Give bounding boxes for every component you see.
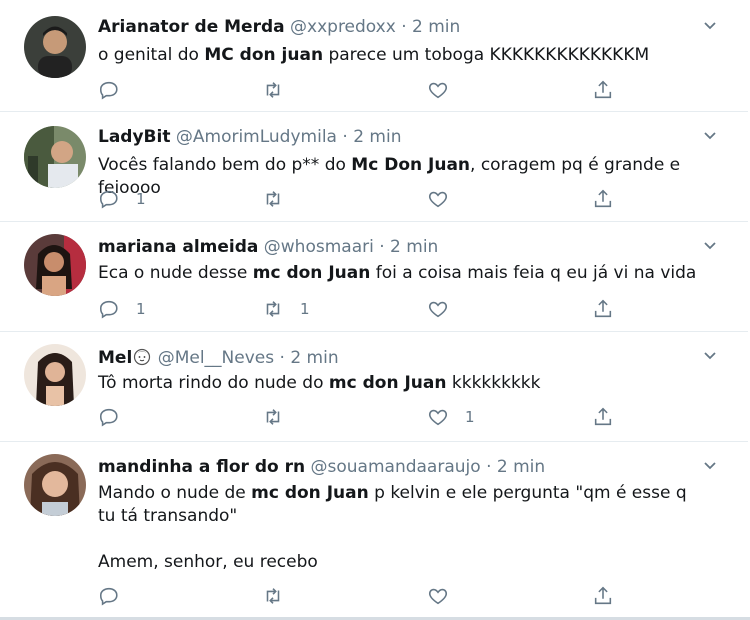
share-icon	[594, 407, 612, 426]
handle[interactable]: @AmorimLudymila	[176, 127, 337, 147]
reply-button[interactable]: 1	[98, 187, 146, 211]
handle[interactable]: @Mel__Neves	[158, 348, 274, 368]
heart-icon	[428, 588, 448, 605]
heart-icon	[428, 82, 448, 99]
tweet-text: Tô morta rindo do nude do mc don Juan kk…	[98, 373, 541, 393]
like-button[interactable]	[427, 187, 465, 211]
share-button[interactable]	[592, 187, 614, 211]
share-button[interactable]	[592, 78, 614, 102]
share-button[interactable]	[592, 297, 614, 321]
separator-dot: ·	[379, 237, 385, 257]
share-icon	[594, 189, 612, 208]
separator-dot: ·	[342, 127, 348, 147]
tweet-header: LadyBit @AmorimLudymila · 2 min	[98, 126, 401, 148]
like-button[interactable]: 1	[427, 405, 475, 429]
tweet-text: Mando o nude de mc don Juan p kelvin e e…	[98, 483, 687, 572]
heart-icon	[428, 191, 448, 208]
chevron-down-icon[interactable]	[702, 458, 718, 474]
heart-icon	[428, 409, 448, 426]
reply-icon	[99, 190, 118, 209]
like-count: 1	[465, 408, 475, 426]
display-name[interactable]: mandinha a flor do rn	[98, 457, 305, 477]
reply-icon	[99, 408, 118, 427]
timestamp[interactable]: 2 min	[390, 237, 438, 257]
reply-count: 1	[136, 190, 146, 208]
chevron-down-icon[interactable]	[702, 18, 718, 34]
like-button[interactable]	[427, 78, 465, 102]
tweet-actions: 1	[98, 405, 638, 429]
timestamp[interactable]: 2 min	[497, 457, 545, 477]
display-name[interactable]: mariana almeida	[98, 237, 258, 257]
share-button[interactable]	[592, 584, 614, 608]
reply-button[interactable]	[98, 78, 136, 102]
share-icon	[594, 299, 612, 318]
reply-button[interactable]	[98, 405, 136, 429]
tweet-actions: 1 1	[98, 297, 638, 321]
separator-dot: ·	[486, 457, 492, 477]
tweet[interactable]: Arianator de Merda @xxpredoxx · 2 min o …	[0, 0, 748, 112]
separator-dot: ·	[279, 348, 285, 368]
display-name[interactable]: Arianator de Merda	[98, 17, 285, 37]
chevron-down-icon[interactable]	[702, 348, 718, 364]
retweet-button[interactable]	[262, 584, 300, 608]
tweet[interactable]: mandinha a flor do rn @souamandaaraujo ·…	[0, 442, 748, 617]
retweet-button[interactable]	[262, 78, 300, 102]
heart-icon	[428, 301, 448, 318]
share-button[interactable]	[592, 405, 614, 429]
woman-emoji-icon	[134, 348, 151, 366]
tweet-text: o genital do MC don juan parece um tobog…	[98, 45, 650, 65]
retweet-button[interactable]: 1	[262, 297, 310, 321]
retweet-icon	[266, 301, 280, 317]
tweet[interactable]: mariana almeida @whosmaari · 2 min Eca o…	[0, 222, 748, 332]
tweet-actions	[98, 584, 638, 608]
tweet-text: Eca o nude desse mc don Juan foi a coisa…	[98, 263, 697, 283]
timestamp[interactable]: 2 min	[412, 17, 460, 37]
retweet-count: 1	[300, 300, 310, 318]
share-icon	[594, 80, 612, 99]
avatar[interactable]	[24, 126, 86, 188]
share-icon	[594, 586, 612, 605]
avatar[interactable]	[24, 16, 86, 78]
timestamp[interactable]: 2 min	[353, 127, 401, 147]
display-name[interactable]: Mel	[98, 348, 152, 368]
retweet-button[interactable]	[262, 187, 300, 211]
reply-icon	[99, 300, 118, 319]
tweet-actions	[98, 78, 638, 102]
display-name[interactable]: LadyBit	[98, 127, 170, 147]
retweet-icon	[266, 588, 280, 604]
avatar[interactable]	[24, 454, 86, 516]
separator-dot: ·	[401, 17, 407, 37]
tweet-header: Arianator de Merda @xxpredoxx · 2 min	[98, 16, 460, 38]
reply-button[interactable]	[98, 584, 136, 608]
chevron-down-icon[interactable]	[702, 128, 718, 144]
timestamp[interactable]: 2 min	[290, 348, 338, 368]
retweet-icon	[266, 191, 280, 207]
like-button[interactable]	[427, 584, 465, 608]
tweet-header: mandinha a flor do rn @souamandaaraujo ·…	[98, 456, 545, 478]
retweet-icon	[266, 409, 280, 425]
tweet-header: Mel @Mel__Neves · 2 min	[98, 346, 339, 369]
reply-button[interactable]: 1	[98, 297, 146, 321]
tweet[interactable]: LadyBit @AmorimLudymila · 2 min Vocês fa…	[0, 112, 748, 222]
reply-icon	[99, 587, 118, 606]
like-button[interactable]	[427, 297, 465, 321]
tweet-header: mariana almeida @whosmaari · 2 min	[98, 236, 438, 258]
retweet-button[interactable]	[262, 405, 300, 429]
tweet[interactable]: Mel @Mel__Neves · 2 min Tô morta rindo d…	[0, 332, 748, 442]
handle[interactable]: @whosmaari	[264, 237, 374, 257]
avatar[interactable]	[24, 344, 86, 406]
reply-count: 1	[136, 300, 146, 318]
chevron-down-icon[interactable]	[702, 238, 718, 254]
retweet-icon	[266, 82, 280, 98]
handle[interactable]: @xxpredoxx	[290, 17, 396, 37]
avatar[interactable]	[24, 234, 86, 296]
handle[interactable]: @souamandaaraujo	[311, 457, 481, 477]
reply-icon	[99, 81, 118, 100]
tweet-actions: 1	[98, 187, 638, 211]
